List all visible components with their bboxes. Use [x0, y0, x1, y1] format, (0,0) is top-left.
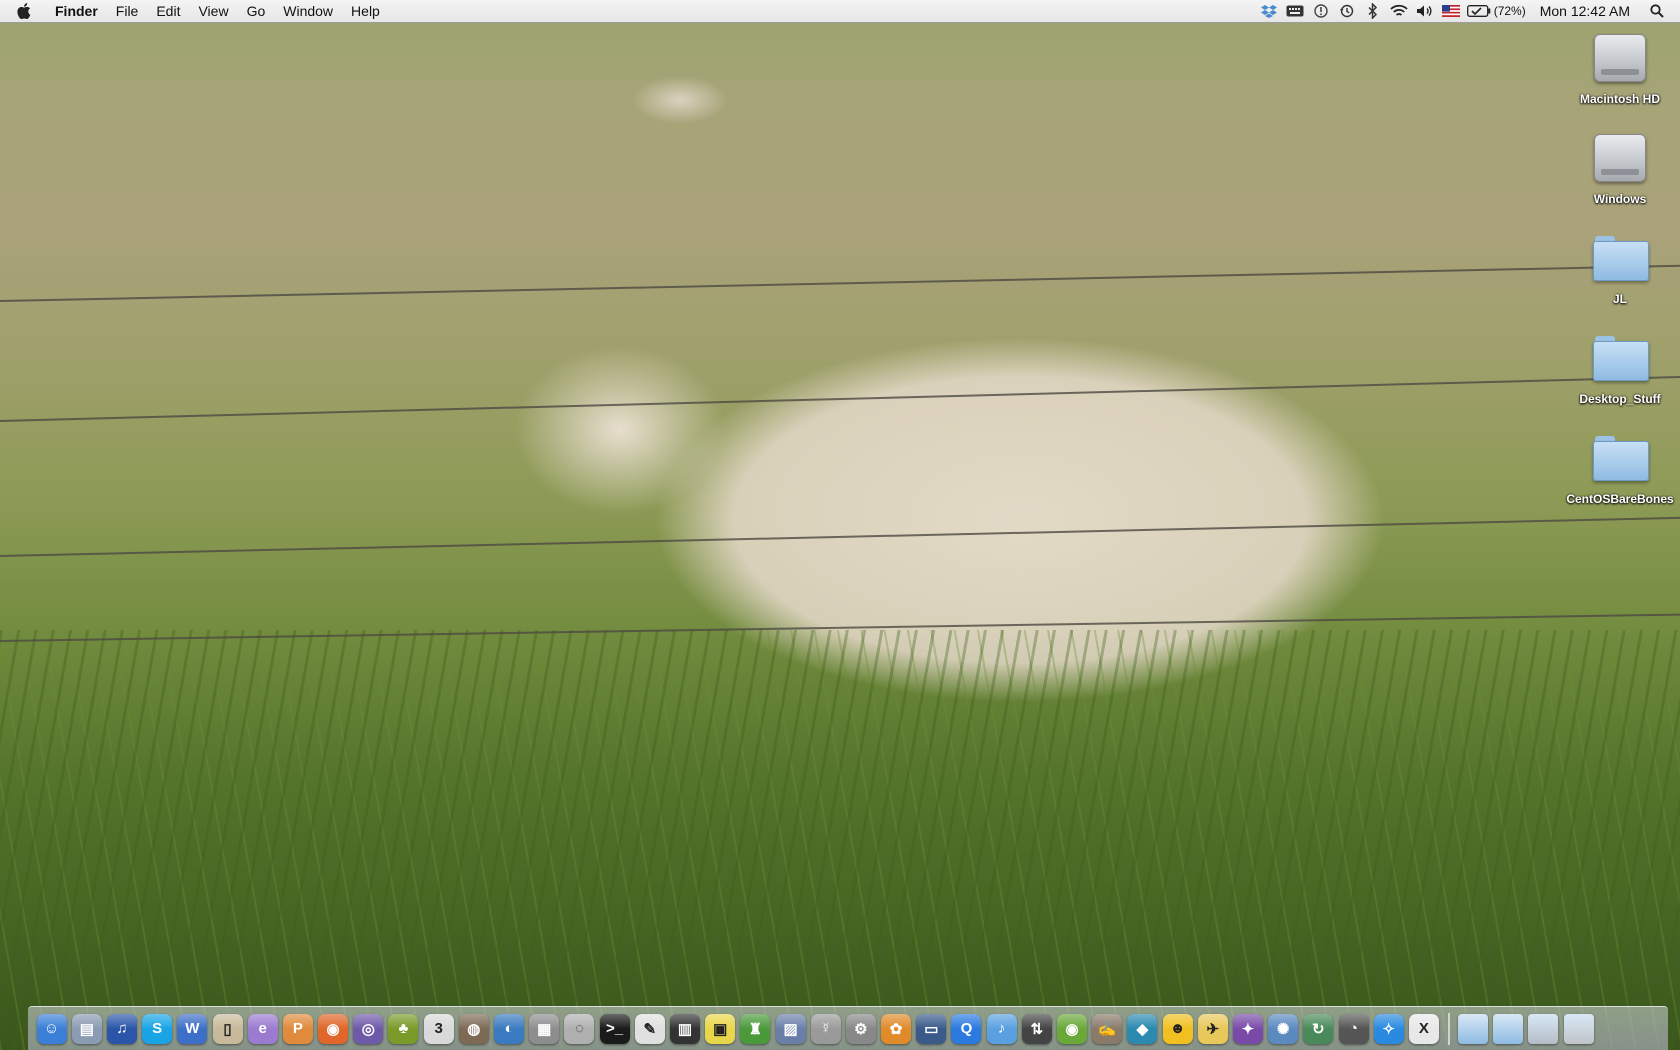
dock-adium-icon[interactable]: ☻	[1162, 1013, 1193, 1044]
battery-icon[interactable]	[1466, 0, 1492, 22]
desktop-icon-desktop-stuff[interactable]: Desktop_Stuff	[1560, 328, 1680, 428]
desktop-icon-label: CentOSBareBones	[1566, 492, 1674, 506]
menu-go[interactable]: Go	[238, 0, 275, 22]
desktop-icons: Macintosh HD Windows JL Desktop_Stuff Ce…	[1560, 28, 1680, 528]
menu-bar: Finder File Edit View Go Window Help (72…	[0, 0, 1680, 23]
dock-disk-utility-icon[interactable]: ◌	[564, 1013, 595, 1044]
dock-network-app-icon[interactable]: ◐	[494, 1013, 525, 1044]
dock-remote-desktop-icon[interactable]: ▭	[916, 1013, 947, 1044]
dock-applications-stack-icon[interactable]	[1458, 1013, 1489, 1044]
dock-preview-icon[interactable]: ▤	[71, 1013, 102, 1044]
spotlight-search-icon[interactable]	[1646, 0, 1668, 22]
alert-icon[interactable]	[1310, 0, 1332, 22]
dock-flower-app-icon[interactable]: ✿	[881, 1013, 912, 1044]
desktop-icon-centosbarebones[interactable]: CentOSBareBones	[1560, 428, 1680, 528]
dock-film-app-icon[interactable]: ▥	[669, 1013, 700, 1044]
dock-green-app-icon[interactable]: ◉	[1057, 1013, 1088, 1044]
desktop-icon-label: Macintosh HD	[1579, 92, 1660, 106]
desktop-icon-label: Desktop_Stuff	[1579, 392, 1661, 406]
menu-window[interactable]: Window	[274, 0, 342, 22]
menu-app-name[interactable]: Finder	[46, 0, 107, 22]
dock-automator-icon[interactable]: ♜	[740, 1013, 771, 1044]
dock-packages-icon[interactable]: ▨	[775, 1013, 806, 1044]
dock-network-tool-icon[interactable]: ✺	[1268, 1013, 1299, 1044]
dock-textedit-icon[interactable]: ✎	[634, 1013, 665, 1044]
desktop-icon-label: Windows	[1593, 192, 1647, 206]
dock: ☺ ▤ ♫ S W ▯ e P ◉ ◎ ♣ 3 ◍ ◐ ▦ ◌ >_ ✎ ▥ ▣ ♜ ▨ ☿ ⚙ ✿ ▭ Q ♪ ⇅ ◉ ✍ ◆ ☻ ✈ ✦ ✺ ↻ ◔ ✧…	[28, 1006, 1668, 1050]
dock-audio-app-icon[interactable]: ♫	[106, 1013, 137, 1044]
hard-drive-icon	[1594, 134, 1646, 182]
dock-firefox-icon[interactable]: ◉	[318, 1013, 349, 1044]
dock-transmit-icon[interactable]: ⇅	[1021, 1013, 1052, 1044]
folder-icon	[1593, 336, 1649, 381]
dock-terminal-icon[interactable]: >_	[599, 1013, 630, 1044]
us-flag-input-icon[interactable]	[1440, 0, 1462, 22]
fence-wire	[0, 264, 1680, 302]
menu-edit[interactable]: Edit	[147, 0, 189, 22]
dock-documents-stack-icon[interactable]	[1493, 1013, 1524, 1044]
dock-clock-app-icon[interactable]: ◔	[1338, 1013, 1369, 1044]
wallpaper-grass	[0, 630, 1680, 1050]
dock-gimp-icon[interactable]: ✍	[1092, 1013, 1123, 1044]
desktop-wallpaper	[0, 0, 1680, 1050]
dock-word-icon[interactable]: W	[177, 1013, 208, 1044]
fence-wire	[0, 516, 1680, 557]
keyboard-icon[interactable]	[1284, 0, 1306, 22]
dock-trash-icon[interactable]	[1563, 1013, 1594, 1044]
hard-drive-icon	[1594, 34, 1646, 82]
dock-finder-icon[interactable]: ☺	[36, 1013, 67, 1044]
desktop-icon-label: JL	[1612, 292, 1627, 306]
dock-quicktime-icon[interactable]: Q	[951, 1013, 982, 1044]
dock-downloads-stack-icon[interactable]	[1528, 1013, 1559, 1044]
fence-wire	[0, 375, 1680, 422]
dock-settings-app-icon[interactable]: ⚙	[845, 1013, 876, 1044]
dock-star-app-icon[interactable]: ✦	[1232, 1013, 1263, 1044]
dock-notebook-icon[interactable]: ▯	[212, 1013, 243, 1044]
dock-pineapple-app-icon[interactable]: ♣	[388, 1013, 419, 1044]
dock-system-app-icon[interactable]: ◎	[353, 1013, 384, 1044]
dropbox-icon[interactable]	[1258, 0, 1280, 22]
folder-icon	[1593, 236, 1649, 281]
apple-menu-icon[interactable]	[14, 0, 34, 22]
menu-help[interactable]: Help	[342, 0, 389, 22]
menu-view[interactable]: View	[189, 0, 237, 22]
volume-icon[interactable]	[1414, 0, 1436, 22]
status-menus: (72%) Mon 12:42 AM	[1256, 0, 1680, 22]
desktop-icon-windows[interactable]: Windows	[1560, 128, 1680, 228]
dock-separator	[1447, 1012, 1450, 1045]
dock-calculator-icon[interactable]: ▦	[529, 1013, 560, 1044]
menu-file[interactable]: File	[107, 0, 148, 22]
dock-skype-icon[interactable]: S	[142, 1013, 173, 1044]
dock-editor-icon[interactable]: e	[247, 1013, 278, 1044]
dock-bird-app-icon[interactable]: ✈	[1197, 1013, 1228, 1044]
dock-itunes-icon[interactable]: ♪	[986, 1013, 1017, 1044]
dock-vlc-app-icon[interactable]: ☿	[810, 1013, 841, 1044]
dock-time-machine-icon[interactable]: ↻	[1303, 1013, 1334, 1044]
dock-safari-icon[interactable]: ✧	[1373, 1013, 1404, 1044]
wifi-icon[interactable]	[1388, 0, 1410, 22]
battery-percentage: (72%)	[1493, 4, 1526, 18]
folder-icon	[1593, 436, 1649, 481]
dock-x11-icon[interactable]: X	[1408, 1013, 1439, 1044]
bluetooth-icon[interactable]	[1362, 0, 1384, 22]
menu-clock[interactable]: Mon 12:42 AM	[1540, 3, 1630, 19]
dock-stickies-icon[interactable]: ▣	[705, 1013, 736, 1044]
time-machine-icon[interactable]	[1336, 0, 1358, 22]
dock-ical-icon[interactable]: 3	[423, 1013, 454, 1044]
desktop-icon-jl[interactable]: JL	[1560, 228, 1680, 328]
desktop-icon-macintosh-hd[interactable]: Macintosh HD	[1560, 28, 1680, 128]
dock-shield-app-icon[interactable]: ◆	[1127, 1013, 1158, 1044]
dock-disk-app-icon[interactable]: ◍	[458, 1013, 489, 1044]
dock-pages-icon[interactable]: P	[282, 1013, 313, 1044]
